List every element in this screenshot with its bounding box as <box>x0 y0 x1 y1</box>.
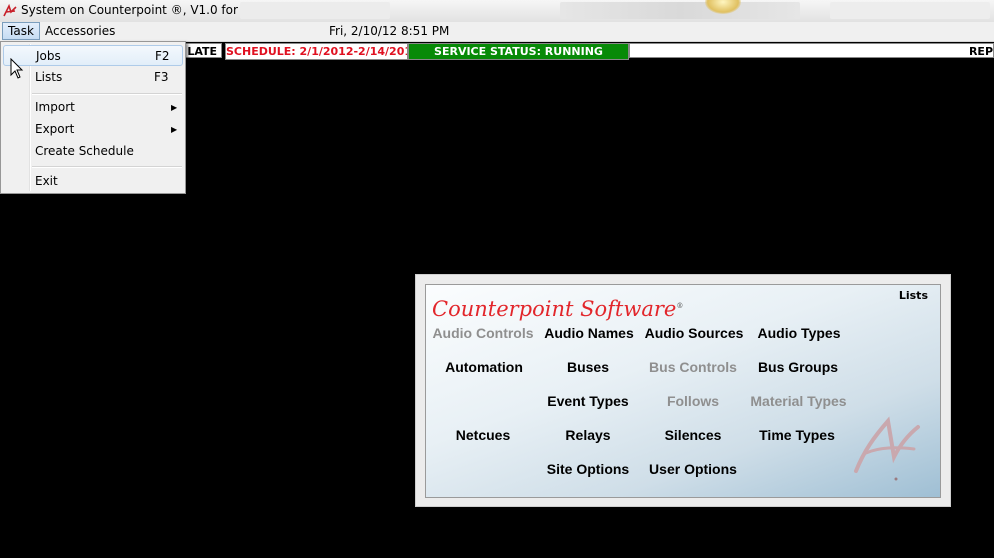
task-dropdown-menu: Jobs F2 Lists F3 Import ▶ Export ▶ Creat… <box>0 41 186 194</box>
taskbar-blur-region <box>830 2 990 19</box>
brand-registered-mark: ® <box>676 302 684 310</box>
audio-controls-button[interactable]: Audio Controls <box>428 325 538 341</box>
window-title-bar: System on Counterpoint ®, V1.0 for <box>0 0 994 23</box>
counterpoint-app-icon <box>3 3 17 17</box>
lists-panel-title: Lists <box>898 289 928 302</box>
audio-sources-button[interactable]: Audio Sources <box>639 325 749 341</box>
time-types-button[interactable]: Time Types <box>742 427 852 443</box>
automation-button[interactable]: Automation <box>429 359 539 375</box>
menu-item-create-schedule[interactable]: Create Schedule <box>3 141 183 162</box>
relays-button[interactable]: Relays <box>533 427 643 443</box>
menu-item-shortcut: F3 <box>154 70 169 84</box>
site-options-button[interactable]: Site Options <box>533 461 643 477</box>
menu-bar: Task Accessories Fri, 2/10/12 8:51 PM <box>0 22 994 42</box>
schedule-status-cell: SCHEDULE: 2/1/2012-2/14/2012 <box>225 43 408 60</box>
audio-types-button[interactable]: Audio Types <box>744 325 854 341</box>
menu-item-shortcut: F2 <box>155 49 170 63</box>
service-status-cell: SERVICE STATUS: RUNNING <box>408 43 629 60</box>
menu-separator <box>32 166 182 168</box>
menu-item-import[interactable]: Import ▶ <box>3 97 183 118</box>
menu-item-label: Exit <box>35 174 58 188</box>
menu-item-exit[interactable]: Exit <box>3 171 183 192</box>
user-options-button[interactable]: User Options <box>638 461 748 477</box>
window-title: System on Counterpoint ®, V1.0 for <box>21 3 238 17</box>
netcues-button[interactable]: Netcues <box>428 427 538 443</box>
counterpoint-watermark-icon <box>854 416 920 481</box>
event-types-button[interactable]: Event Types <box>533 393 643 409</box>
menu-item-lists[interactable]: Lists F3 <box>3 67 183 88</box>
lists-panel: Counterpoint Software® Lists Audio Contr… <box>415 274 951 507</box>
menu-item-jobs[interactable]: Jobs F2 <box>3 45 183 66</box>
current-datetime: Fri, 2/10/12 8:51 PM <box>329 24 450 38</box>
audio-names-button[interactable]: Audio Names <box>534 325 644 341</box>
lists-panel-body: Counterpoint Software® Lists Audio Contr… <box>425 284 941 498</box>
brand-logo-text: Counterpoint Software® <box>432 297 683 321</box>
menu-task[interactable]: Task <box>2 22 40 40</box>
taskbar-blur-region <box>240 2 390 19</box>
brand-name: Counterpoint Software <box>432 297 677 321</box>
mouse-cursor-icon <box>10 58 24 79</box>
menu-item-label: Export <box>35 122 75 136</box>
report-status-cell: REP <box>629 43 994 58</box>
buses-button[interactable]: Buses <box>533 359 643 375</box>
menu-item-export[interactable]: Export ▶ <box>3 119 183 140</box>
submenu-arrow-icon: ▶ <box>171 103 178 112</box>
taskbar-blur-region <box>560 2 800 19</box>
bus-groups-button[interactable]: Bus Groups <box>743 359 853 375</box>
menu-item-label: Lists <box>35 70 63 84</box>
menu-accessories[interactable]: Accessories <box>40 23 120 39</box>
menu-separator <box>32 93 182 95</box>
menu-item-label: Jobs <box>36 49 61 63</box>
silences-button[interactable]: Silences <box>638 427 748 443</box>
bus-controls-button[interactable]: Bus Controls <box>638 359 748 375</box>
submenu-arrow-icon: ▶ <box>171 125 178 134</box>
menu-item-label: Import <box>35 100 75 114</box>
menu-item-label: Create Schedule <box>35 144 134 158</box>
